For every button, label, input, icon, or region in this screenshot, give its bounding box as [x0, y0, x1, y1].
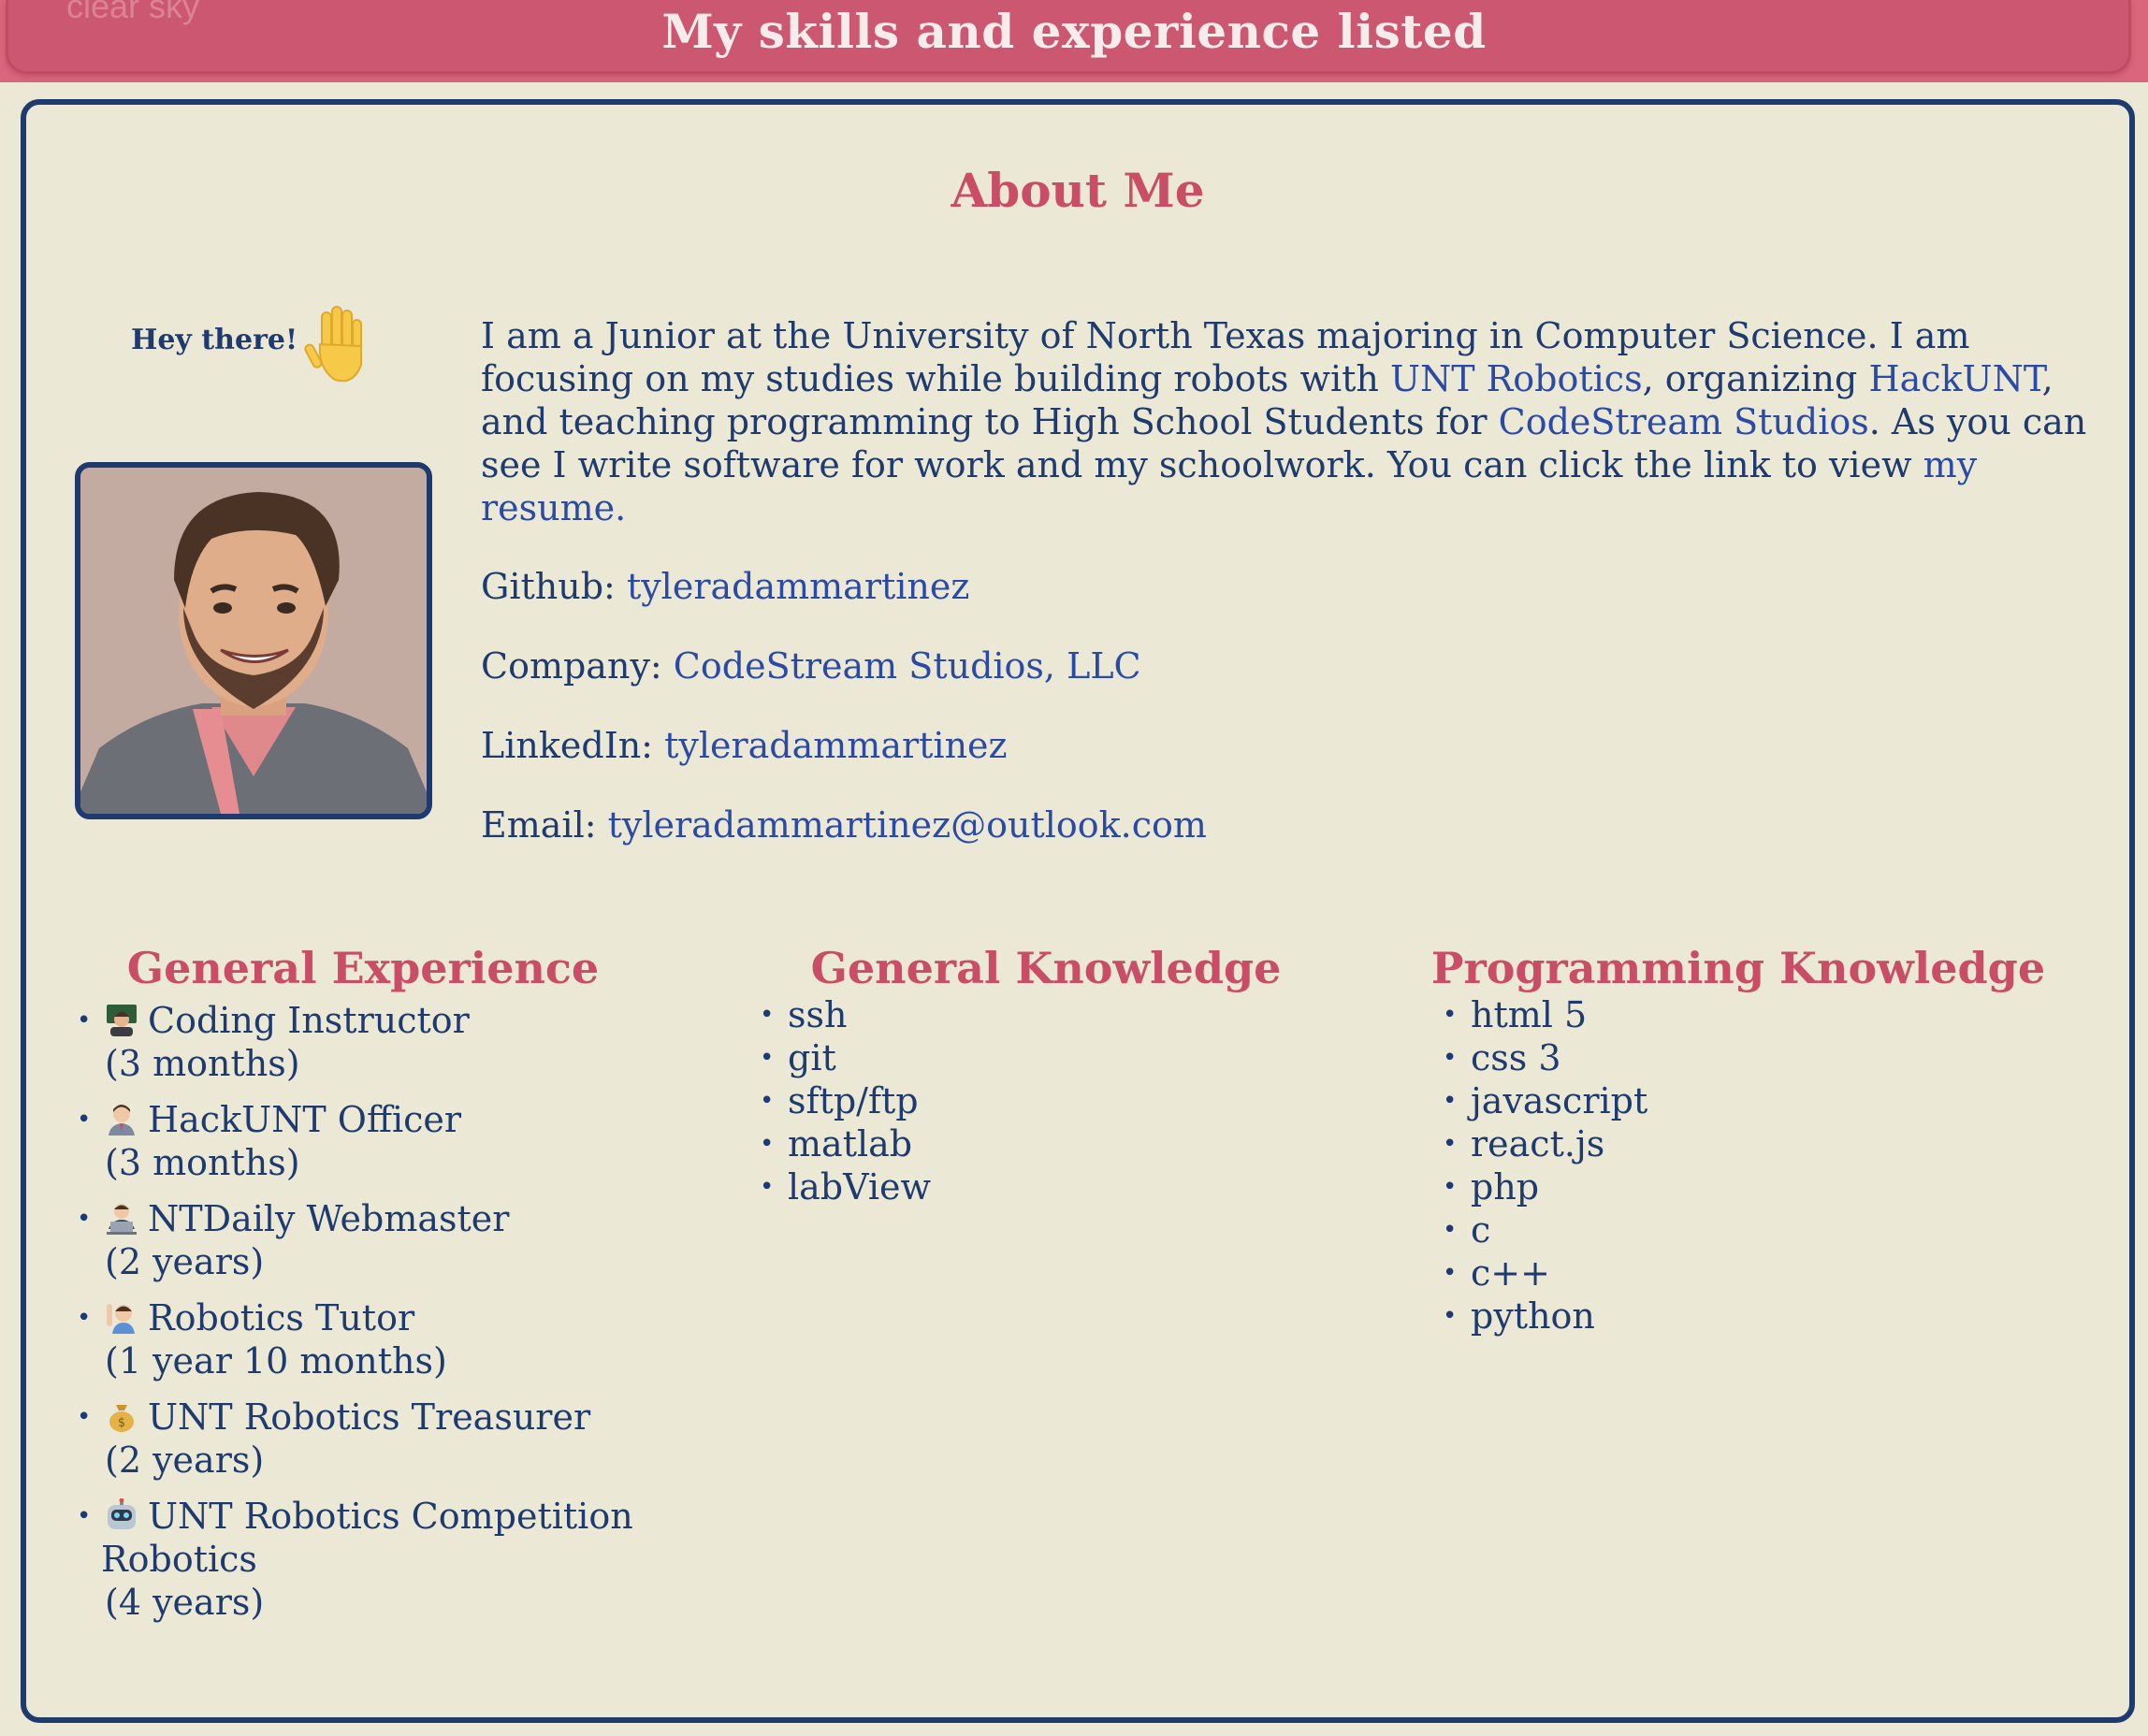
unt-robotics-link[interactable]: UNT Robotics — [1390, 358, 1643, 399]
codestream-link[interactable]: CodeStream Studios — [1499, 401, 1869, 442]
role-text: UNT Robotics Competition — [148, 1496, 633, 1537]
page-title: My skills and experience listed — [661, 4, 1487, 59]
bio-text-2: , organizing — [1642, 358, 1869, 399]
header-bar: clear sky My skills and experience liste… — [0, 0, 2148, 82]
list-item: php — [1443, 1165, 2047, 1208]
duration-text: (2 years) — [105, 1241, 265, 1282]
duration-text: (3 months) — [105, 1043, 300, 1084]
programming-knowledge-title: Programming Knowledge — [1430, 943, 2046, 993]
list-item: javascript — [1443, 1079, 2047, 1122]
list-item: react.js — [1443, 1122, 2047, 1165]
github-label: Github: — [481, 566, 627, 607]
general-knowledge-list: ssh git sftp/ftp matlab labView — [747, 993, 1345, 1208]
list-item: sftp/ftp — [760, 1079, 1345, 1122]
github-link[interactable]: tyleradammartinez — [627, 566, 969, 607]
list-item: NTDaily Webmaster (2 years) — [77, 1197, 662, 1283]
list-item: ssh — [760, 993, 1345, 1036]
github-row: Github: tyleradammartinez — [481, 565, 2090, 608]
role-text: Robotics Tutor — [148, 1297, 415, 1338]
robot-emoji-icon — [108, 1498, 136, 1529]
about-card: About Me Hey there! I am a Junior at the… — [21, 99, 2135, 1723]
role-text: Coding Instructor — [148, 1000, 470, 1041]
list-item: html 5 — [1443, 993, 2047, 1036]
profile-photo — [75, 462, 432, 819]
svg-text:$: $ — [118, 1416, 125, 1430]
portrait-image — [80, 468, 427, 814]
email-label: Email: — [481, 804, 608, 846]
bio-section: I am a Junior at the University of North… — [481, 314, 2090, 883]
list-item: python — [1443, 1295, 2047, 1338]
programming-knowledge-list: html 5 css 3 javascript react.js php c c… — [1430, 993, 2047, 1338]
list-item: git — [760, 1036, 1345, 1079]
role-text: NTDaily Webmaster — [148, 1198, 510, 1239]
duration-text: (2 years) — [105, 1439, 265, 1481]
duration-text: (1 year 10 months) — [105, 1340, 447, 1382]
list-item: Coding Instructor (3 months) — [77, 999, 662, 1085]
list-item: c — [1443, 1208, 2047, 1251]
raising-hand-emoji-icon — [107, 1304, 135, 1334]
company-link[interactable]: CodeStream Studios, LLC — [674, 645, 1141, 687]
hackunt-link[interactable]: HackUNT — [1868, 358, 2041, 399]
teacher-emoji-icon — [107, 1005, 137, 1036]
greeting-text: Hey there! — [131, 324, 298, 356]
list-item: css 3 — [1443, 1036, 2047, 1079]
waving-hand-icon — [304, 306, 362, 383]
duration-text: (3 months) — [105, 1142, 300, 1183]
role-text: UNT Robotics Treasurer — [148, 1396, 591, 1438]
company-row: Company: CodeStream Studios, LLC — [481, 644, 2090, 687]
list-item: $ UNT Robotics Treasurer (2 years) — [77, 1396, 662, 1482]
bio-paragraph: I am a Junior at the University of North… — [481, 314, 2090, 529]
linkedin-row: LinkedIn: tyleradammartinez — [481, 724, 2090, 767]
about-title: About Me — [951, 163, 1205, 218]
list-item: labView — [760, 1165, 1345, 1208]
role-text-continued: Robotics — [101, 1539, 257, 1580]
linkedin-label: LinkedIn: — [481, 725, 665, 766]
money-bag-emoji-icon: $ — [109, 1405, 134, 1432]
office-worker-emoji-icon — [109, 1105, 135, 1136]
programming-knowledge-section: Programming Knowledge html 5 css 3 javas… — [1430, 943, 2047, 1338]
linkedin-link[interactable]: tyleradammartinez — [664, 725, 1007, 766]
experience-title: General Experience — [126, 943, 600, 993]
experience-list: Coding Instructor (3 months) HackUNT Off… — [64, 999, 662, 1624]
email-row: Email: tyleradammartinez@outlook.com — [481, 803, 2090, 846]
experience-section: General Experience Coding Instructor (3 … — [64, 943, 662, 1637]
list-item: c++ — [1443, 1251, 2047, 1295]
list-item: UNT Robotics Competition Robotics (4 yea… — [77, 1495, 662, 1624]
company-label: Company: — [481, 645, 674, 687]
general-knowledge-section: General Knowledge ssh git sftp/ftp matla… — [747, 943, 1345, 1208]
duration-text: (4 years) — [105, 1582, 265, 1623]
email-link[interactable]: tyleradammartinez@outlook.com — [608, 804, 1207, 846]
role-text: HackUNT Officer — [148, 1099, 462, 1140]
list-item: HackUNT Officer (3 months) — [77, 1098, 662, 1184]
list-item: matlab — [760, 1122, 1345, 1165]
list-item: Robotics Tutor (1 year 10 months) — [77, 1296, 662, 1382]
general-knowledge-title: General Knowledge — [810, 943, 1282, 993]
technologist-emoji-icon — [107, 1204, 137, 1235]
